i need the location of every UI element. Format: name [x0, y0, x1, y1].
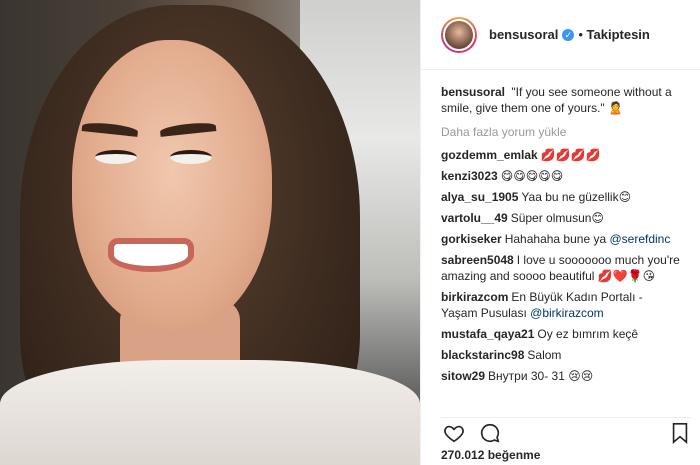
- photo-eye-left: [95, 150, 137, 164]
- comment-emoji: 😊: [618, 190, 632, 204]
- comment-mention-link[interactable]: @birkirazcom: [530, 306, 604, 320]
- comment-row: mustafa_qaya21 Oy ez bımrım keçê: [441, 326, 680, 342]
- comment-row: vartolu__49 Süper olmusun😊: [441, 210, 680, 226]
- like-count[interactable]: 270.012 beğenme: [441, 448, 540, 462]
- comment-username[interactable]: gorkiseker: [441, 232, 502, 246]
- photo-smile: [108, 238, 194, 272]
- comment-username[interactable]: sabreen5048: [441, 253, 514, 267]
- comment-emoji: 😋😋😋😋😋: [500, 169, 564, 183]
- comment-row: alya_su_1905 Yaa bu ne güzellik😊: [441, 189, 680, 205]
- comment-text: Süper olmusun: [510, 211, 592, 225]
- bookmark-icon[interactable]: [669, 422, 691, 444]
- comment-row: sabreen5048 I love u sooooooo much you're…: [441, 252, 680, 284]
- like-count-text: 270.012 beğenme: [441, 448, 541, 462]
- post-photo[interactable]: [0, 0, 420, 465]
- heart-icon[interactable]: [443, 422, 465, 444]
- verified-icon: ✓: [562, 28, 575, 41]
- dot-separator: •: [578, 27, 587, 42]
- comment-row: gozdemm_emlak 💋💋💋💋: [441, 147, 680, 163]
- post-side-panel: bensusoral ✓ • Takiptesin bensusoral "If…: [420, 0, 700, 465]
- comment-emoji: 💋💋💋💋: [540, 148, 601, 162]
- comment-username[interactable]: mustafa_qaya21: [441, 327, 534, 341]
- comment-row: sitow29 Внутри 30- 31 😢😢: [441, 368, 680, 384]
- comment-username[interactable]: kenzi3023: [441, 169, 498, 183]
- photo-shirt: [0, 360, 420, 465]
- post-header: bensusoral ✓ • Takiptesin: [421, 0, 700, 70]
- load-more-comments-link[interactable]: Daha fazla yorum yükle: [441, 124, 680, 140]
- comment-emoji: 💋❤️🌹😘: [597, 269, 656, 283]
- comment-row: gorkiseker Hahahaha bune ya @serefdinc: [441, 231, 680, 247]
- comment-text: Salom: [527, 348, 562, 362]
- comment-text: Hahahaha bune ya: [504, 232, 610, 246]
- header-username[interactable]: bensusoral: [489, 27, 558, 42]
- photo-eye-right: [170, 150, 212, 164]
- avatar[interactable]: [441, 16, 477, 53]
- comment-row: kenzi3023 😋😋😋😋😋: [441, 168, 680, 184]
- comment-emoji: 😢😢: [568, 369, 594, 383]
- comment-username[interactable]: alya_su_1905: [441, 190, 518, 204]
- comment-text: Внутри 30- 31: [488, 369, 569, 383]
- comment-username[interactable]: sitow29: [441, 369, 485, 383]
- comment-row: birkirazcom En Büyük Kadın Portalı - Yaşa…: [441, 289, 680, 321]
- action-bar: [441, 417, 691, 444]
- comment-icon[interactable]: [479, 422, 501, 444]
- caption-emoji: 🙎: [608, 101, 623, 115]
- follow-status-button[interactable]: Takiptesin: [587, 27, 650, 42]
- comment-row: blackstarinc98 Salom: [441, 347, 680, 363]
- comment-username[interactable]: gozdemm_emlak: [441, 148, 538, 162]
- comment-emoji: 😊: [591, 211, 604, 225]
- comment-text: Yaa bu ne güzellik: [521, 190, 619, 204]
- comment-text: Oy ez bımrım keçê: [537, 327, 639, 341]
- post-caption: bensusoral "If you see someone without a…: [441, 84, 680, 116]
- comment-username[interactable]: blackstarinc98: [441, 348, 524, 362]
- comment-list: bensusoral "If you see someone without a…: [421, 70, 700, 384]
- comment-mention-link[interactable]: @serefdinc: [609, 232, 670, 246]
- comment-username[interactable]: vartolu__49: [441, 211, 508, 225]
- photo-face: [72, 40, 272, 330]
- comment-username[interactable]: birkirazcom: [441, 290, 508, 304]
- caption-username[interactable]: bensusoral: [441, 85, 505, 99]
